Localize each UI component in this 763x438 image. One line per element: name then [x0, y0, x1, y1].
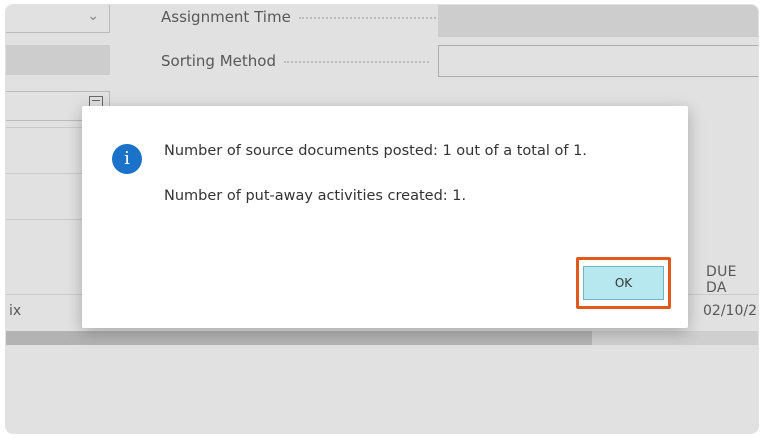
app-window: ⌄ Assignment Time Sorting Method DUE DA … — [5, 4, 759, 434]
dialog-message-line-1: Number of source documents posted: 1 out… — [164, 143, 587, 159]
dialog-message-line-2: Number of put-away activities created: 1… — [164, 188, 467, 204]
ok-button[interactable]: OK — [583, 266, 664, 300]
info-icon: i — [112, 144, 142, 174]
ok-button-highlight: OK — [576, 257, 671, 309]
message-dialog: i Number of source documents posted: 1 o… — [82, 106, 688, 328]
